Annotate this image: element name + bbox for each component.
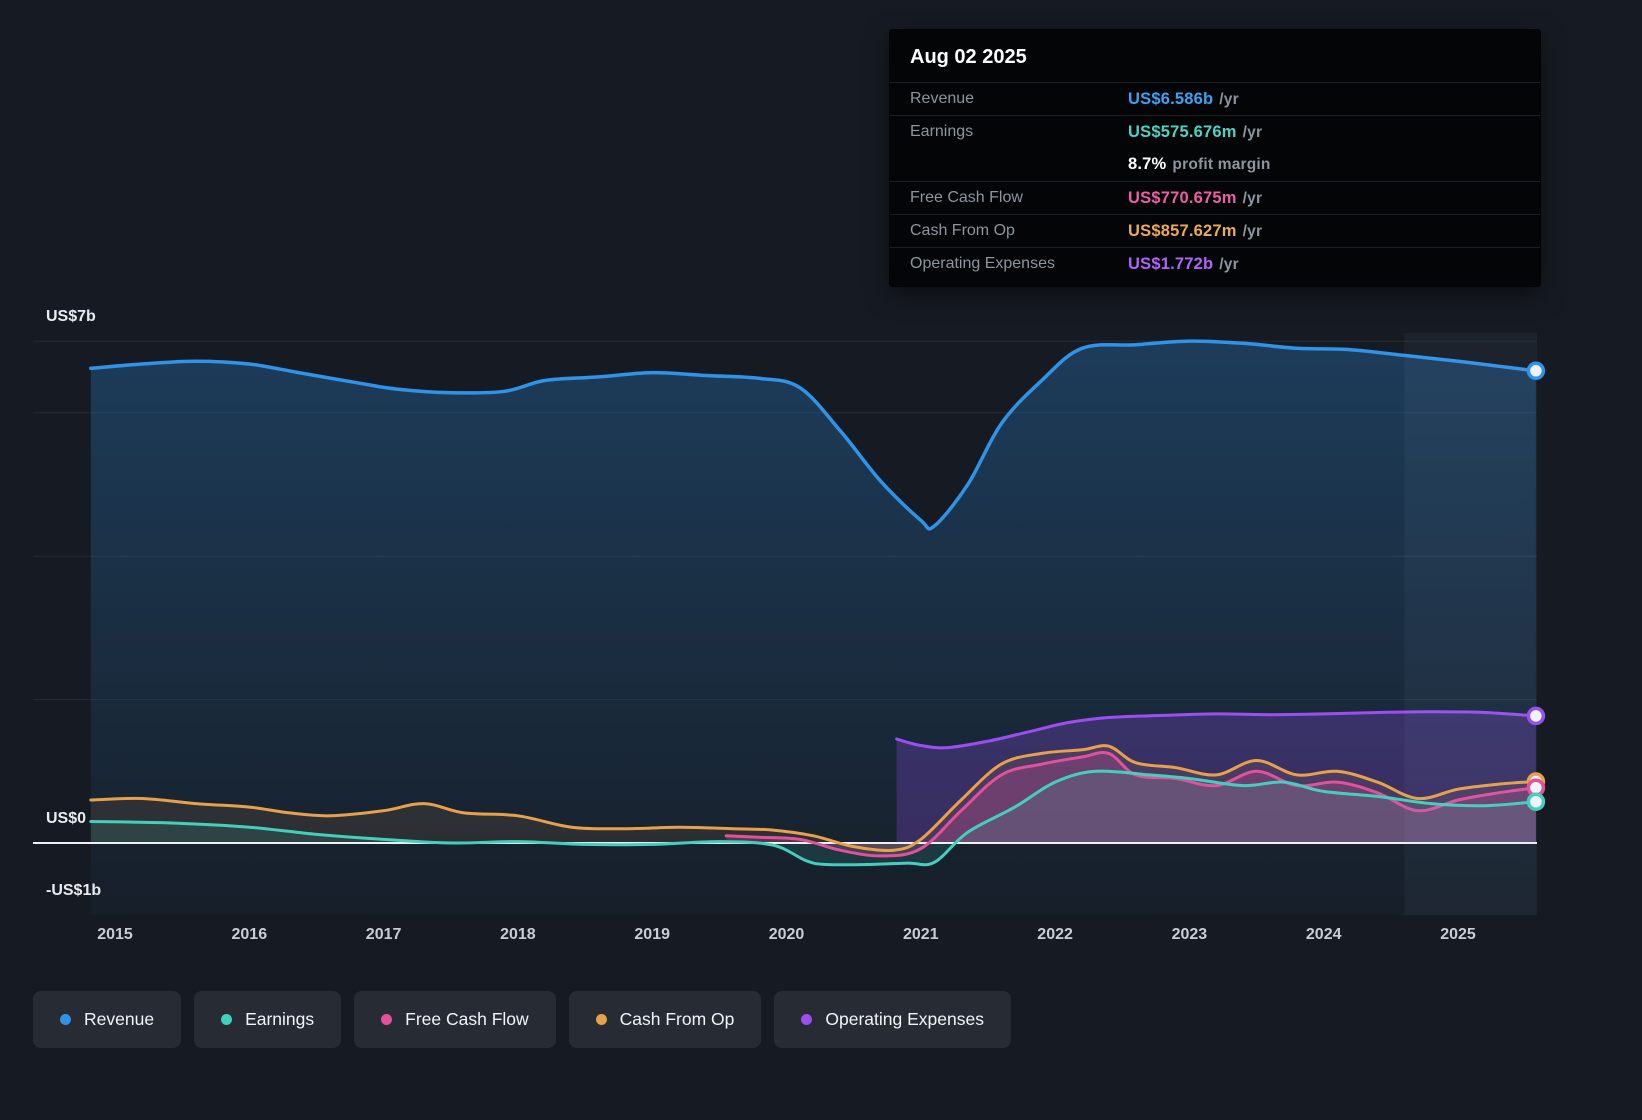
tooltip-suffix: /yr (1242, 189, 1263, 207)
legend-item-operating-expenses[interactable]: Operating Expenses (774, 991, 1011, 1048)
tooltip-label: Earnings (910, 123, 974, 140)
x-tick-label: 2020 (768, 926, 805, 943)
tooltip-label: Revenue (910, 90, 975, 107)
y-axis-label: -US$1b (46, 881, 102, 899)
legend-label: Earnings (245, 1009, 315, 1029)
legend-item-free-cash-flow[interactable]: Free Cash Flow (354, 991, 556, 1048)
tooltip-value: 8.7% (1128, 155, 1167, 173)
x-tick-label: 2021 (903, 926, 939, 943)
legend-label: Free Cash Flow (405, 1009, 529, 1029)
legend-item-revenue[interactable]: Revenue (33, 991, 182, 1048)
earnings-dot-icon (221, 1014, 233, 1025)
legend-label: Operating Expenses (825, 1009, 984, 1029)
x-tick-label: 2023 (1171, 926, 1208, 943)
cash-from-op-dot-icon (595, 1014, 607, 1025)
tooltip-row-cash-from-op: Cash From Op US$857.627m/yr (890, 214, 1540, 247)
tooltip-suffix: /yr (1242, 222, 1263, 240)
free-cash-flow-dot-icon (381, 1014, 393, 1025)
y-axis-label: US$7b (46, 308, 96, 326)
legend: Revenue Earnings Free Cash Flow Cash Fro… (33, 991, 1011, 1048)
tooltip-value: US$6.586b (1128, 89, 1214, 108)
chart-tooltip: Aug 02 2025 Revenue US$6.586b/yr Earning… (890, 30, 1540, 286)
x-tick-label: 2024 (1305, 926, 1342, 943)
x-axis: 2015 2016 2017 2018 2019 2020 2021 2022 2023 2024… (0, 926, 1642, 950)
tooltip-value: US$770.675m (1128, 188, 1237, 207)
x-tick-label: 2017 (365, 926, 402, 943)
tooltip-label: Free Cash Flow (910, 189, 1023, 206)
x-tick-label: 2022 (1037, 926, 1073, 943)
tooltip-label: Operating Expenses (910, 255, 1055, 272)
legend-item-cash-from-op[interactable]: Cash From Op (568, 991, 762, 1048)
legend-label: Cash From Op (619, 1009, 735, 1029)
tooltip-value: US$1.772b (1128, 254, 1214, 273)
tooltip-row-earnings: Earnings US$575.676m/yr (890, 115, 1540, 148)
tooltip-suffix: profit margin (1172, 156, 1271, 173)
tooltip-suffix: /yr (1219, 90, 1239, 108)
tooltip-row-operating-expenses: Operating Expenses US$1.772b/yr (890, 247, 1540, 280)
tooltip-row-revenue: Revenue US$6.586b/yr (890, 82, 1540, 115)
legend-label: Revenue (84, 1009, 155, 1029)
tooltip-suffix: /yr (1242, 123, 1263, 141)
revenue-dot-icon (60, 1014, 71, 1025)
legend-item-earnings[interactable]: Earnings (194, 991, 342, 1048)
x-tick-label: 2018 (500, 926, 536, 943)
tooltip-label: Cash From Op (910, 222, 1015, 239)
tooltip-value: US$575.676m (1128, 122, 1237, 141)
x-tick-label: 2019 (634, 926, 670, 943)
tooltip-suffix: /yr (1219, 255, 1239, 273)
x-tick-label: 2015 (97, 926, 133, 943)
tooltip-row-free-cash-flow: Free Cash Flow US$770.675m/yr (890, 181, 1540, 214)
operating-expenses-dot-icon (801, 1014, 813, 1025)
x-tick-label: 2025 (1440, 926, 1476, 943)
tooltip-row-profit-margin: 8.7% profit margin (890, 148, 1540, 181)
tooltip-date: Aug 02 2025 (910, 46, 1027, 68)
x-tick-label: 2016 (231, 926, 268, 943)
tooltip-value: US$857.627m (1128, 221, 1237, 240)
y-axis-label: US$0 (46, 810, 87, 827)
